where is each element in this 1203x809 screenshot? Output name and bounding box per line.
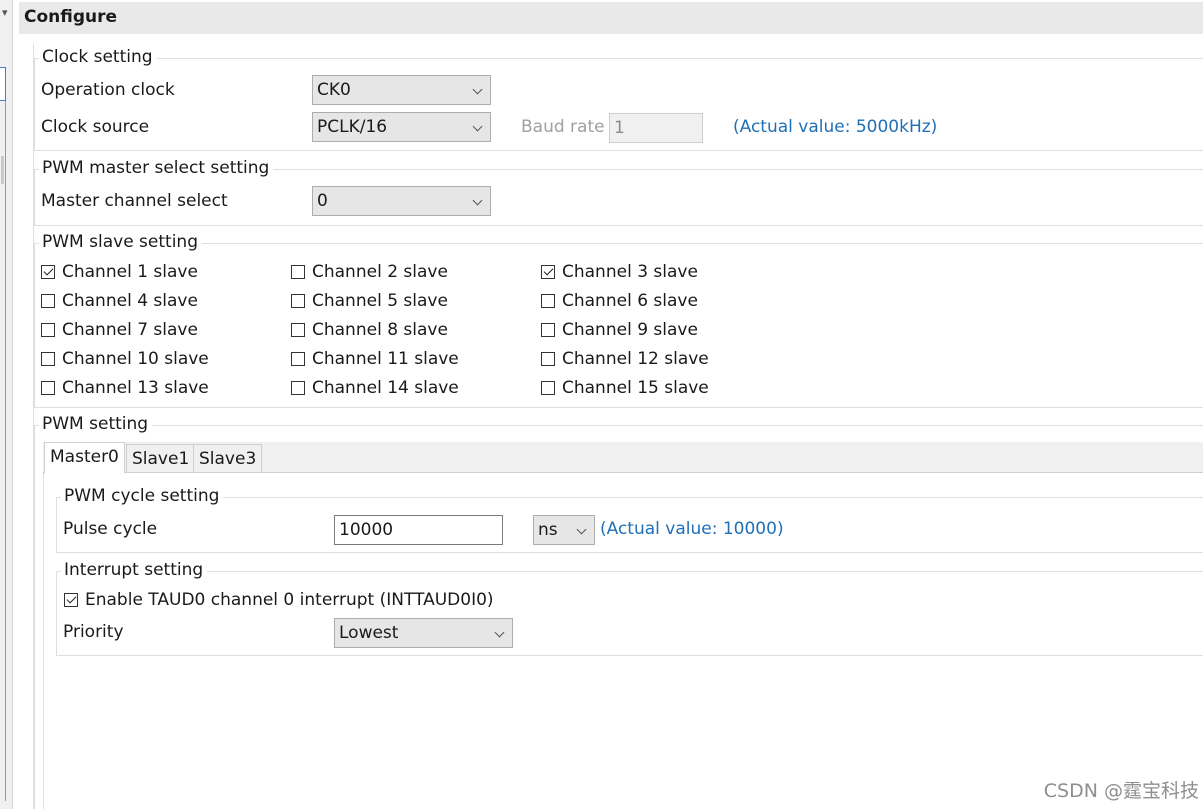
- interrupt-legend: Interrupt setting: [61, 560, 208, 580]
- tab-master0-label: Master0: [50, 447, 119, 467]
- left-panel-divider: [5, 101, 6, 801]
- chevron-down-icon: [472, 84, 483, 95]
- pulse-cycle-value: 10000: [339, 520, 394, 540]
- baud-rate-label: Baud rate: [521, 117, 605, 137]
- checkbox-box[interactable]: [291, 381, 305, 395]
- clock-source-label: Clock source: [41, 117, 150, 137]
- master-channel-value: 0: [317, 191, 328, 211]
- chevron-down-icon: [576, 524, 587, 535]
- master-channel-select[interactable]: 0: [312, 186, 491, 216]
- checkbox-box[interactable]: [41, 352, 55, 366]
- channel-9-slave-checkbox[interactable]: Channel 9 slave: [541, 320, 698, 340]
- pwm-tab-strip: Master0 Slave1 Slave3: [43, 442, 1203, 474]
- slave-setting-legend: PWM slave setting: [39, 232, 202, 252]
- baud-rate-value: 1: [614, 118, 625, 138]
- channel-slave-label: Channel 9 slave: [562, 320, 698, 340]
- checkbox-box[interactable]: [291, 323, 305, 337]
- tab-slave1-label: Slave1: [132, 449, 190, 469]
- channel-slave-label: Channel 2 slave: [312, 262, 448, 282]
- channel-13-slave-checkbox[interactable]: Channel 13 slave: [41, 378, 209, 398]
- left-panel-selection[interactable]: [0, 67, 6, 101]
- channel-14-slave-checkbox[interactable]: Channel 14 slave: [291, 378, 459, 398]
- chevron-down-icon: [494, 627, 505, 638]
- pulse-actual-value: (Actual value: 10000): [600, 519, 784, 539]
- tab-slave1[interactable]: Slave1: [126, 444, 196, 473]
- channel-slave-label: Channel 13 slave: [62, 378, 209, 398]
- left-panel-scroll-thumb[interactable]: [1, 156, 4, 184]
- channel-slave-label: Channel 15 slave: [562, 378, 709, 398]
- clock-source-value: PCLK/16: [317, 117, 388, 137]
- channel-slave-label: Channel 6 slave: [562, 291, 698, 311]
- checkbox-box[interactable]: [541, 294, 555, 308]
- checkbox-box[interactable]: [541, 323, 555, 337]
- tab-master0[interactable]: Master0: [44, 442, 125, 474]
- checkbox-box[interactable]: [64, 593, 78, 607]
- operation-clock-select[interactable]: CK0: [312, 75, 491, 105]
- channel-slave-label: Channel 5 slave: [312, 291, 448, 311]
- channel-3-slave-checkbox[interactable]: Channel 3 slave: [541, 262, 698, 282]
- pulse-cycle-label: Pulse cycle: [63, 519, 158, 539]
- priority-label: Priority: [63, 622, 124, 642]
- checkbox-box[interactable]: [291, 294, 305, 308]
- tab-page-border: [43, 473, 44, 809]
- pulse-cycle-input[interactable]: 10000: [334, 515, 503, 545]
- operation-clock-value: CK0: [317, 80, 351, 100]
- chevron-down-icon: [472, 195, 483, 206]
- checkbox-box[interactable]: [541, 381, 555, 395]
- channel-8-slave-checkbox[interactable]: Channel 8 slave: [291, 320, 448, 340]
- channel-slave-label: Channel 4 slave: [62, 291, 198, 311]
- channel-slave-label: Channel 12 slave: [562, 349, 709, 369]
- panel-title: Configure: [24, 7, 118, 27]
- enable-interrupt-checkbox[interactable]: Enable TAUD0 channel 0 interrupt (INTTAU…: [64, 590, 494, 610]
- pwm-setting-legend: PWM setting: [39, 414, 153, 434]
- priority-select[interactable]: Lowest: [334, 618, 513, 648]
- channel-1-slave-checkbox[interactable]: Channel 1 slave: [41, 262, 198, 282]
- checkbox-box[interactable]: [291, 352, 305, 366]
- collapse-glyph-icon: ▾: [2, 6, 8, 19]
- channel-slave-label: Channel 7 slave: [62, 320, 198, 340]
- channel-slave-label: Channel 11 slave: [312, 349, 459, 369]
- pwm-cycle-legend: PWM cycle setting: [61, 486, 224, 506]
- checkbox-box[interactable]: [541, 352, 555, 366]
- priority-value: Lowest: [339, 623, 399, 643]
- left-panel-edge: ▾: [0, 0, 13, 809]
- channel-10-slave-checkbox[interactable]: Channel 10 slave: [41, 349, 209, 369]
- channel-slave-label: Channel 1 slave: [62, 262, 198, 282]
- pulse-unit-value: ns: [538, 520, 558, 540]
- watermark: CSDN @霆宝科技: [1043, 780, 1199, 802]
- channel-slave-label: Channel 8 slave: [312, 320, 448, 340]
- chevron-down-icon: [472, 121, 483, 132]
- master-channel-label: Master channel select: [41, 191, 228, 211]
- master-select-legend: PWM master select setting: [39, 158, 274, 178]
- checkbox-box[interactable]: [41, 381, 55, 395]
- channel-4-slave-checkbox[interactable]: Channel 4 slave: [41, 291, 198, 311]
- clock-actual-value: (Actual value: 5000kHz): [733, 117, 938, 137]
- configure-header: Configure: [19, 2, 1203, 34]
- channel-11-slave-checkbox[interactable]: Channel 11 slave: [291, 349, 459, 369]
- channel-12-slave-checkbox[interactable]: Channel 12 slave: [541, 349, 709, 369]
- tab-slave3-label: Slave3: [199, 449, 257, 469]
- enable-interrupt-label: Enable TAUD0 channel 0 interrupt (INTTAU…: [85, 590, 494, 610]
- channel-slave-label: Channel 3 slave: [562, 262, 698, 282]
- checkbox-box[interactable]: [41, 294, 55, 308]
- checkbox-box[interactable]: [541, 265, 555, 279]
- checkbox-box[interactable]: [41, 323, 55, 337]
- channel-6-slave-checkbox[interactable]: Channel 6 slave: [541, 291, 698, 311]
- clock-source-select[interactable]: PCLK/16: [312, 112, 491, 142]
- channel-15-slave-checkbox[interactable]: Channel 15 slave: [541, 378, 709, 398]
- clock-setting-legend: Clock setting: [39, 47, 157, 67]
- operation-clock-label: Operation clock: [41, 80, 175, 100]
- baud-rate-input[interactable]: 1: [609, 113, 703, 143]
- channel-2-slave-checkbox[interactable]: Channel 2 slave: [291, 262, 448, 282]
- channel-5-slave-checkbox[interactable]: Channel 5 slave: [291, 291, 448, 311]
- tab-slave3[interactable]: Slave3: [193, 444, 263, 473]
- channel-7-slave-checkbox[interactable]: Channel 7 slave: [41, 320, 198, 340]
- channel-slave-label: Channel 10 slave: [62, 349, 209, 369]
- interrupt-group: [56, 571, 1203, 656]
- pulse-unit-select[interactable]: ns: [533, 515, 595, 545]
- checkbox-box[interactable]: [291, 265, 305, 279]
- channel-slave-label: Channel 14 slave: [312, 378, 459, 398]
- checkbox-box[interactable]: [41, 265, 55, 279]
